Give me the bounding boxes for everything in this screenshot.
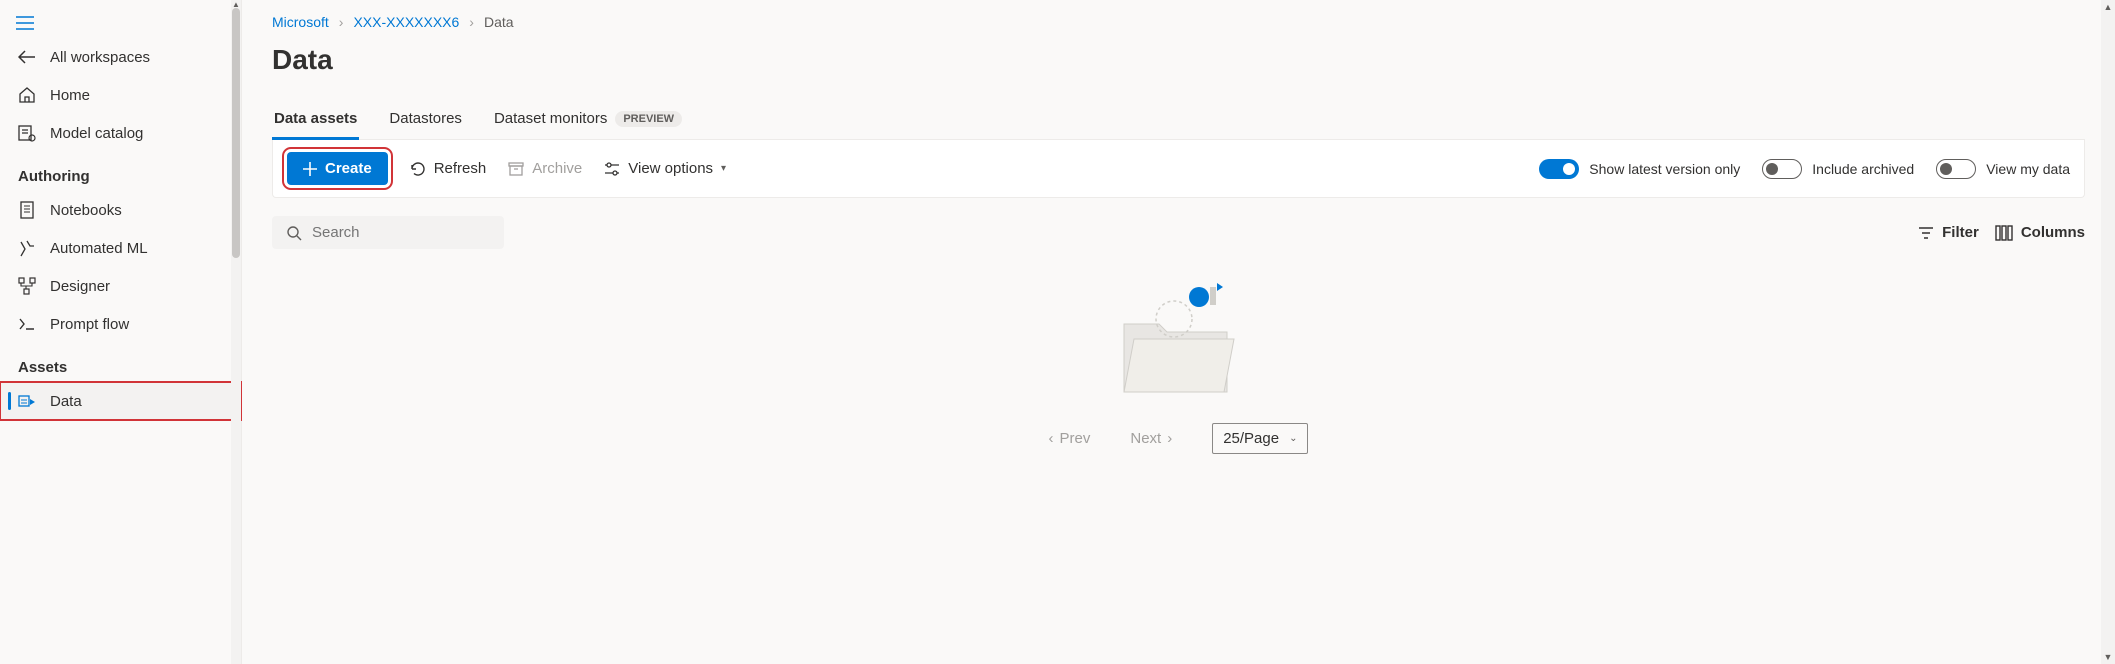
refresh-button[interactable]: Refresh	[410, 160, 487, 177]
sidebar: All workspaces Home Model catalog Author…	[0, 0, 242, 664]
nav-label: All workspaces	[50, 49, 150, 66]
filter-icon	[1918, 225, 1934, 241]
columns-icon	[1995, 225, 2013, 241]
toggle-switch[interactable]	[1539, 159, 1579, 179]
next-button[interactable]: Next ›	[1130, 430, 1172, 447]
button-label: Refresh	[434, 160, 487, 177]
button-label: Archive	[532, 160, 582, 177]
tab-label: Data assets	[274, 110, 357, 127]
button-label: Prev	[1060, 430, 1091, 447]
page-title: Data	[272, 44, 2085, 76]
toggle-show-latest[interactable]: Show latest version only	[1539, 159, 1740, 179]
empty-folder-illustration	[1104, 269, 1254, 409]
breadcrumb-current: Data	[484, 14, 514, 30]
designer-icon	[18, 277, 36, 295]
nav-label: Automated ML	[50, 240, 148, 257]
sidebar-item-data[interactable]: Data	[0, 382, 241, 420]
tab-data-assets[interactable]: Data assets	[272, 100, 359, 140]
chevron-left-icon: ‹	[1049, 430, 1054, 447]
sidebar-scroll-thumb[interactable]	[232, 8, 240, 258]
archive-icon	[508, 161, 524, 177]
archive-button: Archive	[508, 160, 582, 177]
preview-badge: PREVIEW	[615, 111, 682, 127]
search-input[interactable]	[312, 224, 511, 241]
button-label: View options	[628, 160, 713, 177]
chevron-right-icon: ›	[469, 14, 474, 30]
scroll-up-icon: ▲	[2101, 2, 2115, 12]
pagination: ‹ Prev Next › 25/Page ⌄	[272, 409, 2085, 468]
nav-label: Model catalog	[50, 125, 143, 142]
all-workspaces-link[interactable]: All workspaces	[0, 38, 241, 76]
view-options-button[interactable]: View options ▾	[604, 160, 726, 177]
section-header-authoring: Authoring	[0, 152, 241, 191]
hamburger-menu[interactable]	[0, 8, 241, 38]
nav-label: Prompt flow	[50, 316, 129, 333]
tab-datastores[interactable]: Datastores	[387, 100, 464, 140]
data-icon	[18, 392, 36, 410]
section-header-assets: Assets	[0, 343, 241, 382]
nav-label: Designer	[50, 278, 110, 295]
button-label: Filter	[1942, 224, 1979, 241]
sidebar-item-home[interactable]: Home	[0, 76, 241, 114]
automl-icon	[18, 239, 36, 257]
toggle-label: View my data	[1986, 161, 2070, 177]
chevron-right-icon: ›	[339, 14, 344, 30]
main-content: Microsoft › XXX-XXXXXXX6 › Data Data Dat…	[242, 0, 2115, 664]
sidebar-item-prompt-flow[interactable]: Prompt flow	[0, 305, 241, 343]
nav-label: Home	[50, 87, 90, 104]
chevron-right-icon: ›	[1167, 430, 1172, 447]
refresh-icon	[410, 161, 426, 177]
sliders-icon	[604, 161, 620, 177]
breadcrumb-link[interactable]: Microsoft	[272, 14, 329, 30]
create-button[interactable]: Create	[287, 152, 388, 185]
prompt-flow-icon	[18, 315, 36, 333]
filter-button[interactable]: Filter	[1918, 224, 1979, 241]
toolbar: Create Refresh Archive	[272, 140, 2085, 198]
sidebar-item-automated-ml[interactable]: Automated ML	[0, 229, 241, 267]
empty-state	[272, 259, 2085, 409]
tab-label: Dataset monitors	[494, 110, 607, 127]
scroll-down-icon: ▼	[2101, 652, 2115, 662]
main-scrollbar[interactable]: ▲ ▼	[2101, 0, 2115, 664]
button-label: Next	[1130, 430, 1161, 447]
plus-icon	[303, 162, 317, 176]
sidebar-item-model-catalog[interactable]: Model catalog	[0, 114, 241, 152]
columns-button[interactable]: Columns	[1995, 224, 2085, 241]
nav-label: Data	[50, 393, 82, 410]
toggle-label: Include archived	[1812, 161, 1914, 177]
home-icon	[18, 86, 36, 104]
chevron-down-icon: ▾	[721, 163, 726, 174]
nav-label: Notebooks	[50, 202, 122, 219]
breadcrumb: Microsoft › XXX-XXXXXXX6 › Data	[272, 14, 2085, 30]
page-size-select[interactable]: 25/Page ⌄	[1212, 423, 1308, 454]
tab-dataset-monitors[interactable]: Dataset monitors PREVIEW	[492, 100, 684, 140]
catalog-icon	[18, 124, 36, 142]
back-arrow-icon	[18, 48, 36, 66]
sidebar-item-designer[interactable]: Designer	[0, 267, 241, 305]
toggle-view-my-data[interactable]: View my data	[1936, 159, 2070, 179]
select-value: 25/Page	[1223, 430, 1279, 447]
button-label: Create	[325, 160, 372, 177]
chevron-down-icon: ⌄	[1289, 433, 1297, 444]
toggle-switch[interactable]	[1762, 159, 1802, 179]
toggle-label: Show latest version only	[1589, 161, 1740, 177]
search-box[interactable]	[272, 216, 504, 249]
button-label: Columns	[2021, 224, 2085, 241]
tab-label: Datastores	[389, 110, 462, 127]
sidebar-item-notebooks[interactable]: Notebooks	[0, 191, 241, 229]
prev-button[interactable]: ‹ Prev	[1049, 430, 1091, 447]
search-row: Filter Columns	[272, 198, 2085, 259]
search-icon	[286, 225, 302, 241]
breadcrumb-link[interactable]: XXX-XXXXXXX6	[353, 14, 459, 30]
notebook-icon	[18, 201, 36, 219]
sidebar-scrollbar[interactable]: ▲	[231, 0, 241, 664]
tabs: Data assets Datastores Dataset monitors …	[272, 100, 2085, 140]
toggle-include-archived[interactable]: Include archived	[1762, 159, 1914, 179]
toggle-switch[interactable]	[1936, 159, 1976, 179]
